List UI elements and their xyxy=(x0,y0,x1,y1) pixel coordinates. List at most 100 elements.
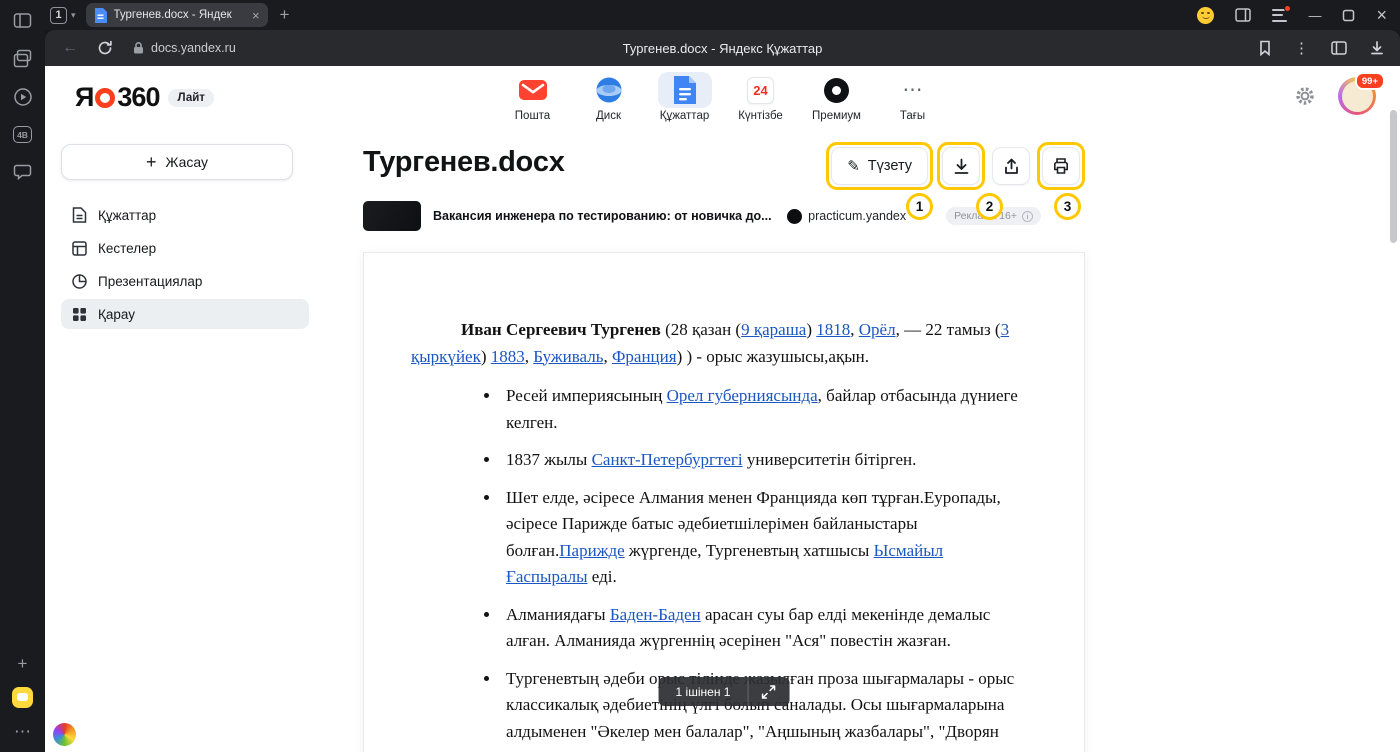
doc-link[interactable]: 1883 xyxy=(491,347,525,366)
close-window-button[interactable]: × xyxy=(1376,5,1387,26)
calendar-icon: 24 xyxy=(734,72,788,108)
table-icon xyxy=(71,241,87,256)
bookmark-icon[interactable] xyxy=(1258,40,1272,56)
sidebar-icon-group-top: 4B xyxy=(12,10,33,183)
doc-bullet-4: Алманиядағы Баден-Баден арасан суы бар е… xyxy=(501,602,1019,655)
plus-icon: + xyxy=(146,152,157,173)
annotation-box-2 xyxy=(937,142,985,190)
maximize-button[interactable] xyxy=(1342,9,1355,22)
doc-favicon xyxy=(94,8,107,23)
doc-link[interactable]: Санкт-Петербургтегі xyxy=(592,450,743,469)
nav-item-more[interactable]: ⋯ Тағы xyxy=(881,72,945,122)
profile-emoji-icon[interactable] xyxy=(1197,7,1214,24)
edit-button[interactable]: ✎ Түзету xyxy=(831,147,928,185)
document-title: Тургенев.docx xyxy=(363,146,565,179)
new-tab-button[interactable]: + xyxy=(280,5,290,25)
notifications-badge: 99+ xyxy=(1355,72,1385,90)
create-button[interactable]: + Жасау xyxy=(61,144,293,180)
web-page: Я 360 Лайт Пошта Диск Құжаттар xyxy=(45,66,1400,752)
docs-sidebar: + Жасау Құжаттар Кестелер Презентациялар xyxy=(61,144,309,329)
sidebar-list: Құжаттар Кестелер Презентациялар Қарау xyxy=(61,200,309,329)
ad-headline: Вакансия инженера по тестированию: от но… xyxy=(433,209,775,223)
pencil-icon: ✎ xyxy=(847,159,860,174)
nav-item-calendar[interactable]: 24 Күнтізбе xyxy=(729,72,793,122)
lock-icon xyxy=(132,41,145,55)
sidebar-item-documents[interactable]: Құжаттар xyxy=(61,200,309,230)
sidebar-more-icon[interactable]: ⋯ xyxy=(12,721,33,742)
sidebar-item-tables[interactable]: Кестелер xyxy=(61,233,309,263)
main-content: Тургенев.docx ✎ Түзету 1 2 3 xyxy=(363,130,1085,752)
app-header: Я 360 Лайт Пошта Диск Құжаттар xyxy=(45,66,1400,130)
video-play-icon[interactable] xyxy=(12,86,33,107)
downloads-icon[interactable] xyxy=(1369,40,1385,56)
url-text: docs.yandex.ru xyxy=(151,41,236,55)
doc-paragraph: Иван Сергеевич Тургенев (28 қазан (9 қар… xyxy=(411,317,1019,370)
back-icon[interactable]: ← xyxy=(62,39,78,57)
logo-lite-badge: Лайт xyxy=(168,89,213,107)
doc-link[interactable]: Франция xyxy=(612,347,677,366)
4b-badge-label: 4B xyxy=(13,126,32,143)
extensions-menu-icon[interactable]: ⋮ xyxy=(1294,39,1309,57)
tab-groups-icon[interactable] xyxy=(12,48,33,69)
doc-link[interactable]: 9 қараша xyxy=(741,320,806,339)
logo-360-text: 360 xyxy=(117,82,159,113)
docs-icon xyxy=(658,72,712,108)
refresh-icon[interactable] xyxy=(97,40,113,56)
nav-item-mail[interactable]: Пошта xyxy=(501,72,565,122)
collections-panel-icon[interactable] xyxy=(1331,41,1347,55)
doc-toolbar: ✎ Түзету xyxy=(826,142,1085,190)
notification-dot xyxy=(1284,5,1291,12)
document-icon xyxy=(71,207,87,223)
nav-item-disk[interactable]: Диск xyxy=(577,72,641,122)
fullscreen-expand-icon[interactable] xyxy=(747,677,789,706)
browser-window: 4B + ⋯ 1 ▾ Тургенев.docx - Яндек × + — × xyxy=(0,0,1400,752)
doc-link[interactable]: 1818 xyxy=(816,320,850,339)
nav-item-docs[interactable]: Құжаттар xyxy=(653,72,717,122)
annotation-box-3 xyxy=(1037,142,1085,190)
tab-close-icon[interactable]: × xyxy=(252,9,260,22)
doc-link[interactable]: Орёл xyxy=(859,320,896,339)
share-button[interactable] xyxy=(992,147,1030,185)
practicum-logo-icon xyxy=(787,209,802,224)
logo-ya-letter: Я xyxy=(75,82,93,113)
tab-counter-value: 1 xyxy=(50,7,67,24)
more-icon: ⋯ xyxy=(886,72,940,108)
minimize-button[interactable]: — xyxy=(1308,8,1321,23)
sidebar-add-icon[interactable]: + xyxy=(12,653,33,674)
premium-icon xyxy=(810,72,864,108)
nav-item-premium[interactable]: Премиум xyxy=(805,72,869,122)
messenger-icon[interactable] xyxy=(12,687,33,708)
doc-link[interactable]: Парижде xyxy=(559,541,624,560)
settings-gear-icon[interactable] xyxy=(1294,85,1316,107)
side-panel-icon[interactable] xyxy=(1235,8,1251,22)
annotation-number-1: 1 xyxy=(906,193,933,220)
page-title: Тургенев.docx - Яндекс Құжаттар xyxy=(623,41,823,56)
browser-menu-icon[interactable] xyxy=(1272,9,1287,22)
mail-icon xyxy=(506,72,560,108)
chat-icon[interactable] xyxy=(12,162,33,183)
print-button[interactable] xyxy=(1042,147,1080,185)
annotation-number-3: 3 xyxy=(1054,193,1081,220)
address-bar: ← docs.yandex.ru Тургенев.docx - Яндекс … xyxy=(45,30,1400,66)
doc-link[interactable]: Орел губерниясында xyxy=(667,386,818,405)
ad-source: practicum.yandex xyxy=(787,209,906,224)
doc-link[interactable]: Буживаль xyxy=(533,347,603,366)
browser-tab[interactable]: Тургенев.docx - Яндек × xyxy=(86,3,268,27)
sidebar-item-presentations[interactable]: Презентациялар xyxy=(61,266,309,296)
info-icon[interactable]: i xyxy=(1022,211,1033,222)
sidebar-panel-icon[interactable] xyxy=(12,10,33,31)
sidebar-icon-group-bottom: + ⋯ xyxy=(12,653,33,742)
sidebar-item-view[interactable]: Қарау xyxy=(61,299,309,329)
yandex-360-logo[interactable]: Я 360 Лайт xyxy=(75,82,214,113)
tab-bar: 1 ▾ Тургенев.docx - Яндек × + — × xyxy=(45,0,1400,30)
page-scrollbar[interactable] xyxy=(1390,110,1397,243)
ad-thumbnail xyxy=(363,201,421,231)
doc-bullet-2: 1837 жылы Санкт-Петербургтегі университе… xyxy=(501,447,1019,474)
doc-link[interactable]: Баден-Баден xyxy=(610,605,701,624)
user-avatar[interactable]: 99+ xyxy=(1338,77,1376,115)
tab-counter[interactable]: 1 ▾ xyxy=(50,7,76,24)
pinwheel-widget-icon[interactable] xyxy=(53,723,76,746)
4b-extension-icon[interactable]: 4B xyxy=(12,124,33,145)
site-info-chip[interactable]: docs.yandex.ru xyxy=(132,41,236,55)
download-button[interactable] xyxy=(942,147,980,185)
